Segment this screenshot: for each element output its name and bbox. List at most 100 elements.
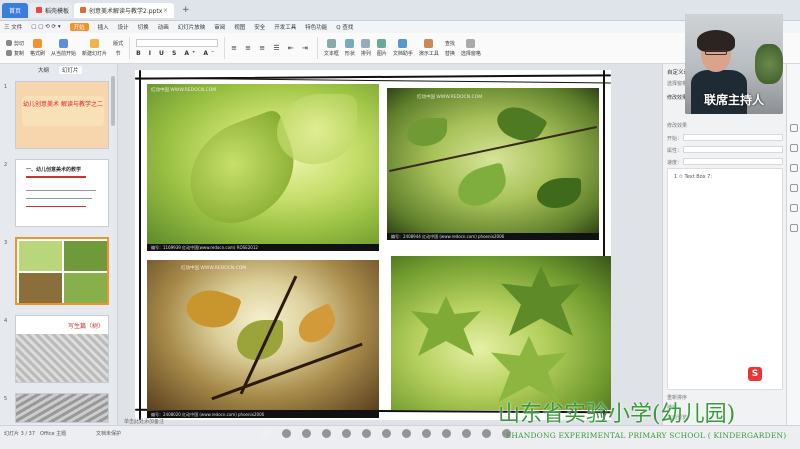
from-start-button[interactable]: 从当前开始 <box>51 39 76 57</box>
play-icon <box>59 39 69 48</box>
thumbnail-scrollbar[interactable] <box>111 76 115 126</box>
select-pane-button[interactable]: 选择窗格 <box>461 39 481 57</box>
pager-dot[interactable] <box>462 429 471 438</box>
cut-button[interactable]: 剪切 <box>6 40 24 47</box>
doc-helper-icon <box>398 39 408 48</box>
slide-thumbnail-2[interactable]: 一、幼儿创意美术的教学 <box>15 159 109 227</box>
font-style-buttons[interactable]: B I U S A⁺ A⁻ <box>136 50 218 57</box>
menu-features[interactable]: 特色功能 <box>305 23 327 31</box>
start-select[interactable] <box>683 134 783 141</box>
pager-dot[interactable] <box>442 429 451 438</box>
video-plant <box>755 44 783 84</box>
side-tool-icon[interactable] <box>790 144 798 152</box>
leaf-photo-2[interactable]: 红动中国 WWW.REDOCN.COM <box>387 88 599 233</box>
shape-button[interactable]: 形状 <box>345 39 355 57</box>
section-button[interactable]: 节 <box>113 50 123 57</box>
leaf-photo-4[interactable] <box>391 256 611 410</box>
current-slide[interactable]: 红动中国 WWW.REDOCN.COM 编号：1169939 红动中国(www.… <box>135 70 611 420</box>
speed-select[interactable] <box>683 158 783 165</box>
slide-thumbnail-1[interactable]: 幼儿创意美术 解读与教学之二 <box>15 81 109 149</box>
replace-button[interactable]: 替换 <box>445 50 455 57</box>
pager-dot[interactable] <box>282 429 291 438</box>
pager-dot[interactable] <box>262 429 271 438</box>
side-tool-icon[interactable] <box>790 164 798 172</box>
slide-thumbnail-4[interactable]: 写生篇（树） <box>15 315 109 383</box>
image-watermark: 红动中国 WWW.REDOCN.COM <box>417 95 483 100</box>
pager-dot[interactable] <box>382 429 391 438</box>
menu-file[interactable]: 三 文件 <box>4 23 22 31</box>
doc-helper-button[interactable]: 文档助手 <box>393 39 413 57</box>
font-name-field[interactable] <box>136 39 219 47</box>
select-pane-label: 选择窗格 <box>460 51 481 57</box>
copy-button[interactable]: 复制 <box>6 50 24 57</box>
side-tool-icon[interactable] <box>790 224 798 232</box>
paragraph-buttons[interactable]: ≡ ≡ ≡ ☰ ⇤ ⇥ <box>231 44 311 52</box>
leaf-shape <box>182 282 242 336</box>
slide-2-line <box>26 206 86 207</box>
presentation-tools-button[interactable]: 演示工具 <box>419 39 439 57</box>
new-tab-icon[interactable]: + <box>182 5 190 15</box>
menu-review[interactable]: 审阅 <box>214 23 225 31</box>
slide-thumbnail-5[interactable] <box>15 393 109 423</box>
menu-home[interactable]: 开始 <box>69 23 89 31</box>
slide-number: 3 <box>4 240 8 246</box>
close-icon[interactable]: × <box>163 7 168 14</box>
menu-view[interactable]: 视图 <box>234 23 245 31</box>
animation-list[interactable]: 1 ✩ Text Box 7: <box>667 168 783 390</box>
menu-search[interactable]: Q 查找 <box>336 23 353 31</box>
arrange-button[interactable]: 排列 <box>361 39 371 57</box>
menu-insert[interactable]: 插入 <box>98 23 109 31</box>
pager-dot[interactable] <box>322 429 331 438</box>
property-label: 属性： <box>667 148 683 154</box>
side-tool-icon[interactable] <box>790 184 798 192</box>
pager-dot[interactable] <box>302 429 311 438</box>
leaf-photo-3[interactable]: 红动中国 WWW.REDOCN.COM <box>147 260 379 410</box>
tab-slides[interactable]: 幻灯片 <box>59 66 82 74</box>
menu-transition[interactable]: 切换 <box>138 23 149 31</box>
pager-dot[interactable] <box>482 429 491 438</box>
pager-dot[interactable] <box>402 429 411 438</box>
new-slide-label: 新建幻灯片 <box>82 51 108 57</box>
notes-placeholder[interactable]: 单击此处添加备注 <box>124 418 164 425</box>
pager-dot[interactable] <box>342 429 351 438</box>
pager-dot[interactable] <box>422 429 431 438</box>
tab-home-label: 首页 <box>8 7 21 15</box>
font-group: B I U S A⁺ A⁻ <box>136 39 219 57</box>
slide-thumbnail-3[interactable] <box>15 237 109 305</box>
pager-dot[interactable] <box>362 429 371 438</box>
side-tool-icon[interactable] <box>790 124 798 132</box>
maple-leaf-shape <box>491 336 567 402</box>
divider <box>224 37 226 59</box>
tab-docer[interactable]: 稻壳模板 <box>30 2 72 18</box>
quick-access-icons[interactable]: ▢ ▢ ⟲ ⟳ ▾ <box>31 24 60 30</box>
leaf-shape <box>407 118 447 146</box>
shape-icon <box>345 39 355 48</box>
side-tool-icon[interactable] <box>790 204 798 212</box>
tab-outline[interactable]: 大纲 <box>38 66 49 74</box>
menu-slideshow[interactable]: 幻灯片放映 <box>178 23 206 31</box>
select-pane-link[interactable]: 选择窗格 <box>667 80 687 87</box>
animation-list-item[interactable]: 1 ✩ Text Box 7: <box>674 174 712 180</box>
new-slide-button[interactable]: 新建幻灯片 <box>82 39 107 57</box>
thumb-image <box>16 334 108 382</box>
slide-1-title: 幼儿创意美术 解读与教学之二 <box>22 96 104 126</box>
menu-developer[interactable]: 开发工具 <box>274 23 296 31</box>
menu-security[interactable]: 安全 <box>254 23 265 31</box>
textbox-button[interactable]: 文本框 <box>324 39 339 57</box>
cut-label: 剪切 <box>14 40 25 47</box>
custom-animation-panel: 自定义动画 选择窗格 修改效果 修改效果 开始： 属性： 速度： 1 ✩ Tex… <box>662 64 786 425</box>
tab-docer-label: 稻壳模板 <box>45 7 70 15</box>
menu-animation[interactable]: 动画 <box>158 23 169 31</box>
format-painter-button[interactable]: 格式刷 <box>30 39 45 57</box>
property-select[interactable] <box>683 146 783 153</box>
panel-tabs: 大纲 幻灯片 <box>0 64 117 76</box>
find-button[interactable]: 查找 <box>445 40 455 47</box>
tab-document[interactable]: 创意美术解读与教学2.pptx × <box>74 2 174 18</box>
host-video-tile[interactable]: 联席主持人 <box>685 14 783 114</box>
leaf-photo-1[interactable]: 红动中国 WWW.REDOCN.COM <box>147 84 379 244</box>
layout-button[interactable]: 版式 <box>113 40 123 47</box>
tab-home[interactable]: 首页 <box>2 2 28 18</box>
menu-design[interactable]: 设计 <box>118 23 129 31</box>
picture-button[interactable]: 图片 <box>377 39 387 57</box>
clipboard-group: 剪切 复制 <box>6 40 24 57</box>
